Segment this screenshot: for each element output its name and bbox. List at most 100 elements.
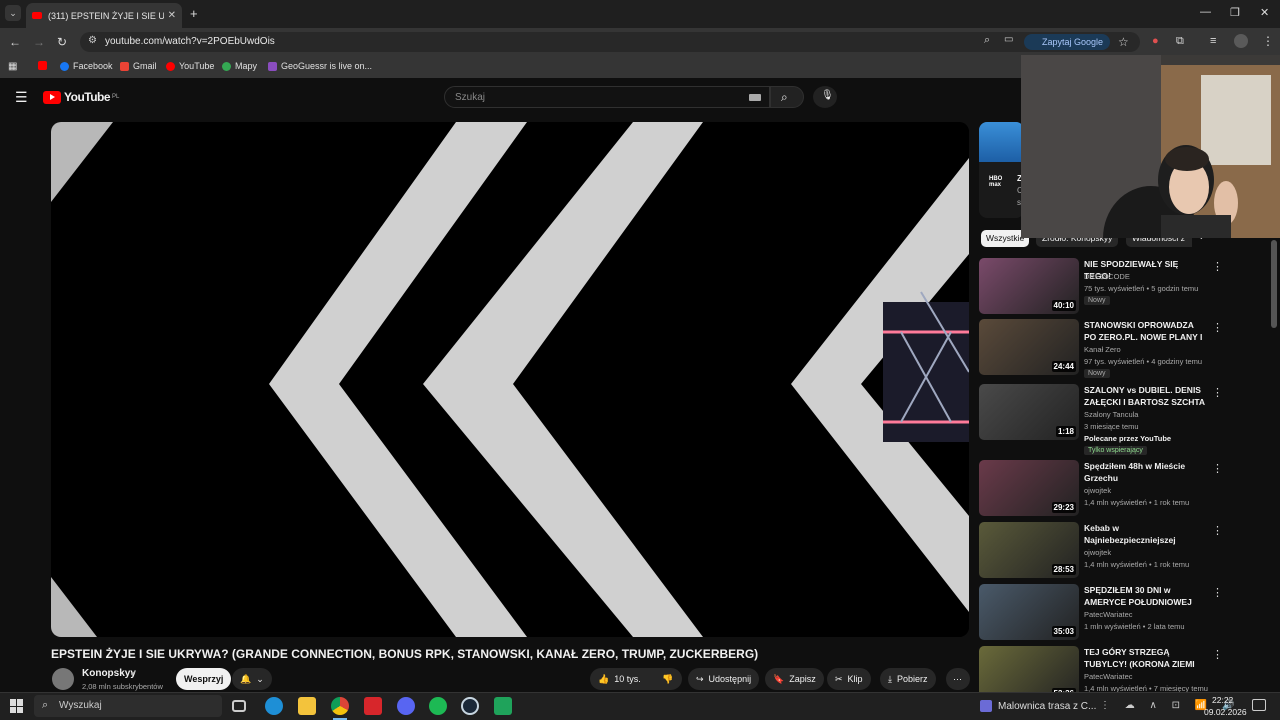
- cast-icon[interactable]: ▭: [1004, 34, 1013, 45]
- recommendation-title[interactable]: TEJ GÓRY STRZEGĄ TUBYLCY! (KORONA ZIEMI …: [1084, 646, 1206, 670]
- more-options-icon[interactable]: ⋮: [1212, 321, 1223, 334]
- support-button[interactable]: Wesprzyj: [176, 668, 232, 690]
- ad-banner[interactable]: HBO max Z C s: [979, 122, 1024, 218]
- tab-search-button[interactable]: ⌄: [5, 5, 21, 21]
- clock-date[interactable]: 09.02.2026: [1204, 707, 1247, 717]
- extensions-puzzle-icon[interactable]: ⧉: [1176, 35, 1184, 48]
- video-thumbnail[interactable]: 28:53: [979, 522, 1079, 578]
- back-icon[interactable]: ←: [9, 35, 21, 49]
- more-options-icon[interactable]: ⋮: [1212, 386, 1223, 399]
- bookmark-geoguessr[interactable]: GeoGuessr is live on...: [268, 61, 372, 71]
- task-view-icon[interactable]: [232, 700, 246, 712]
- windows-start-icon[interactable]: [10, 699, 24, 713]
- channel-name[interactable]: Konopskyy: [82, 668, 136, 679]
- video-thumbnail[interactable]: 24:44: [979, 319, 1079, 375]
- recommendation-channel[interactable]: PatecWariatec: [1084, 610, 1133, 619]
- recommendation-item[interactable]: 1:18 SZALONY vs DUBIEL. DENIS ZAŁĘCKI I B…: [979, 384, 1224, 455]
- bookmark-yt-icon[interactable]: [38, 61, 51, 70]
- chrome-icon[interactable]: [331, 697, 349, 715]
- close-tab-icon[interactable]: ✕: [168, 10, 176, 21]
- bookmark-gmail[interactable]: Gmail: [120, 61, 157, 71]
- notifications-icon[interactable]: [1252, 699, 1266, 711]
- recommendation-channel[interactable]: PatecWariatec: [1084, 672, 1133, 681]
- recommendation-item[interactable]: 24:44 STANOWSKI OPROWADZA PO ZERO.PL. NOW…: [979, 319, 1224, 378]
- like-button[interactable]: 👍 10 tys.: [590, 668, 654, 690]
- recommendation-item[interactable]: 28:53 Kebab w Najniebezpieczniejszej Dzie…: [979, 522, 1224, 580]
- recommendation-title[interactable]: STANOWSKI OPROWADZA PO ZERO.PL. NOWE PLA…: [1084, 319, 1206, 343]
- recommendation-channel[interactable]: DRE$$CODE: [1084, 272, 1130, 281]
- voice-search-button[interactable]: 🎙: [813, 86, 837, 108]
- recommendation-channel[interactable]: Kanał Zero: [1084, 345, 1121, 354]
- recommendation-item[interactable]: 29:23 Spędziłem 48h w Mieście Grzechu ojwo…: [979, 460, 1224, 518]
- hamburger-menu-icon[interactable]: ☰: [15, 89, 28, 106]
- recommendation-title[interactable]: Spędziłem 48h w Mieście Grzechu: [1084, 460, 1206, 484]
- video-thumbnail[interactable]: 35:03: [979, 584, 1079, 640]
- video-thumbnail[interactable]: 1:18: [979, 384, 1079, 440]
- keyboard-icon[interactable]: [749, 94, 761, 101]
- edge-icon[interactable]: [265, 697, 283, 715]
- forward-icon[interactable]: →: [33, 35, 45, 49]
- dislike-button[interactable]: 👎: [654, 668, 682, 690]
- extension-icon[interactable]: ●: [1152, 35, 1159, 47]
- menu-kebab-icon[interactable]: ⋮: [1262, 34, 1274, 48]
- bookmark-youtube[interactable]: YouTube: [166, 61, 214, 71]
- steam-icon[interactable]: [461, 697, 479, 715]
- recommendation-item[interactable]: 35:03 SPĘDZIŁEM 30 DNI w AMERYCE POŁUDNIO…: [979, 584, 1224, 642]
- more-options-icon[interactable]: ⋮: [1212, 586, 1223, 599]
- window-close-button[interactable]: ✕: [1260, 6, 1269, 19]
- tab-title: (311) EPSTEIN ŻYJE I SIE UKRYWA?: [48, 10, 164, 21]
- more-actions-button[interactable]: ⋯: [946, 668, 970, 690]
- file-explorer-icon[interactable]: [298, 697, 316, 715]
- reading-list-icon[interactable]: ≡: [1210, 35, 1216, 47]
- more-options-icon[interactable]: ⋮: [1212, 648, 1223, 661]
- notifications-button[interactable]: 🔔 ⌄: [232, 668, 272, 690]
- wps-icon[interactable]: [364, 697, 382, 715]
- recommendation-title[interactable]: SZALONY vs DUBIEL. DENIS ZAŁĘCKI I BARTO…: [1084, 384, 1206, 408]
- download-button[interactable]: ⤓ Pobierz: [880, 668, 936, 690]
- media-app-icon[interactable]: [980, 700, 992, 712]
- clock-time[interactable]: 22:22: [1212, 695, 1233, 705]
- taskbar-search[interactable]: ⌕ Wyszukaj: [34, 695, 222, 717]
- new-tab-button[interactable]: +: [190, 6, 198, 21]
- search-button[interactable]: ⌕: [770, 86, 804, 108]
- profile-icon[interactable]: [1234, 34, 1248, 48]
- ask-google-button[interactable]: Zapytaj Google: [1024, 34, 1110, 50]
- recommendation-channel[interactable]: ojwojtek: [1084, 548, 1111, 557]
- recommendation-meta: 1,4 mln wyświetleń • 1 rok temu: [1084, 560, 1190, 569]
- app-icon[interactable]: [494, 697, 512, 715]
- more-options-icon[interactable]: ⋮: [1212, 462, 1223, 475]
- recommendation-channel[interactable]: ojwojtek: [1084, 486, 1111, 495]
- youtube-logo[interactable]: YouTube PL: [43, 90, 119, 104]
- browser-tab[interactable]: (311) EPSTEIN ŻYJE I SIE UKRYWA? ✕: [26, 3, 182, 28]
- bookmark-star-icon[interactable]: ☆: [1118, 35, 1129, 49]
- save-button[interactable]: 🔖 Zapisz: [765, 668, 824, 690]
- more-options-icon[interactable]: ⋮: [1212, 260, 1223, 273]
- channel-avatar[interactable]: [52, 668, 74, 690]
- address-bar[interactable]: ⚙ youtube.com/watch?v=2POEbUwdOis ⌕ ▭: [80, 32, 1140, 52]
- search-input[interactable]: Szukaj: [444, 86, 770, 108]
- recommendation-item[interactable]: 40:10 NIE SPODZIEWAŁY SIĘ TEGO! DRE$$CODE 7…: [979, 258, 1224, 316]
- share-button[interactable]: ↪ Udostępnij: [688, 668, 760, 690]
- apps-grid-icon[interactable]: ▦: [8, 61, 17, 72]
- recommendation-title[interactable]: Kebab w Najniebezpieczniejszej Dzielnicy…: [1084, 522, 1206, 546]
- video-thumbnail[interactable]: 40:10: [979, 258, 1079, 314]
- video-player[interactable]: [51, 122, 969, 637]
- recommendation-extra: Polecane przez YouTube: [1084, 434, 1172, 443]
- site-info-icon[interactable]: ⚙: [88, 35, 97, 46]
- recommendation-channel[interactable]: Szalony Tancula: [1084, 410, 1138, 419]
- zoom-icon[interactable]: ⌕: [984, 34, 990, 47]
- active-window-label[interactable]: Malownica trasa z C...: [998, 701, 1096, 712]
- bookmark-maps[interactable]: Mapy: [222, 61, 257, 71]
- clip-button[interactable]: ✂ Klip: [827, 668, 871, 690]
- reload-icon[interactable]: ↻: [57, 35, 67, 49]
- video-thumbnail[interactable]: 29:23: [979, 460, 1079, 516]
- minimize-button[interactable]: —: [1200, 6, 1211, 18]
- discord-icon[interactable]: [397, 697, 415, 715]
- bookmark-facebook[interactable]: Facebook: [60, 61, 113, 71]
- recommendation-title[interactable]: SPĘDZIŁEM 30 DNI w AMERYCE POŁUDNIOWEJ: [1084, 584, 1206, 608]
- maximize-button[interactable]: ❐: [1230, 6, 1240, 19]
- more-options-icon[interactable]: ⋮: [1212, 524, 1223, 537]
- video-duration: 28:53: [1051, 564, 1076, 575]
- spotify-icon[interactable]: [429, 697, 447, 715]
- page-scrollbar[interactable]: [1271, 240, 1277, 328]
